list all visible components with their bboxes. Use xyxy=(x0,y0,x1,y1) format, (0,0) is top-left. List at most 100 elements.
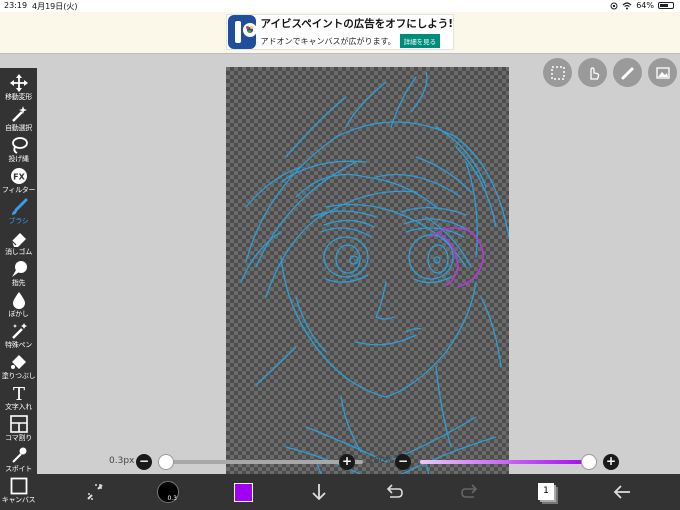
hand-touch-icon xyxy=(589,66,599,80)
brush-size-slider[interactable] xyxy=(158,454,363,470)
drawing-canvas[interactable] xyxy=(226,67,509,485)
tool-eraser[interactable]: 消しゴム xyxy=(0,226,37,257)
tool-label: 指先 xyxy=(11,279,26,287)
tool-fill-bucket[interactable]: 塗りつぶし xyxy=(0,350,37,381)
battery-percent: 64% xyxy=(636,1,654,10)
opacity-knob[interactable] xyxy=(581,454,597,470)
fill-bucket-icon xyxy=(10,355,26,369)
brush-size-increase-button[interactable]: + xyxy=(339,454,355,470)
slider-row: 0.3px − + 100% − + xyxy=(37,452,680,474)
bottom-toolbar: 0.3 1 xyxy=(37,474,680,510)
selection-button[interactable] xyxy=(543,58,572,87)
lasso-icon xyxy=(11,137,28,154)
brush-size-preview-label: 0.3 xyxy=(167,495,177,502)
touch-button[interactable] xyxy=(578,58,607,87)
logo-dot-yellow xyxy=(250,26,253,29)
back-arrow-icon xyxy=(613,485,630,499)
opacity-slider[interactable] xyxy=(420,454,597,470)
brush-size-preview[interactable]: 0.3 xyxy=(157,481,179,503)
undo-icon xyxy=(386,484,403,498)
battery-level xyxy=(660,4,668,7)
tool-label: コマ割り xyxy=(5,434,32,442)
ad-banner[interactable]: アイビスペイントの広告をオフにしよう! アドオンでキャンバスが広がります。 詳細… xyxy=(226,14,454,50)
tool-label: フィルター xyxy=(1,186,36,194)
logo-dot-green xyxy=(248,30,251,33)
reference-image-button[interactable] xyxy=(648,58,677,87)
ad-strip: アイビスペイントの広告をオフにしよう! アドオンでキャンバスが広がります。 詳細… xyxy=(0,12,680,54)
blur-icon xyxy=(12,292,25,309)
ruler-button[interactable] xyxy=(613,58,642,87)
tool-lasso[interactable]: 投げ縄 xyxy=(0,133,37,164)
ad-text: アイビスペイントの広告をオフにしよう! アドオンでキャンバスが広がります。 詳細… xyxy=(260,16,453,48)
tool-special-pen[interactable]: 特殊ペン xyxy=(0,319,37,350)
magic-wand-icon xyxy=(11,106,27,122)
tool-label: 投げ縄 xyxy=(8,155,29,163)
left-toolbar: 移動変形 自動選択 投げ縄 FX フィルター ブラシ 消しゴム 指先 ぼかし 特… xyxy=(0,68,37,510)
opacity-increase-button[interactable]: + xyxy=(603,454,619,470)
download-button[interactable] xyxy=(307,480,331,504)
tool-label: 自動選択 xyxy=(5,124,32,132)
redo-icon xyxy=(461,484,478,498)
tool-label: 特殊ペン xyxy=(5,341,32,349)
eyedropper-icon xyxy=(11,447,26,463)
transform-button[interactable] xyxy=(83,480,107,504)
logo-letter-i xyxy=(235,21,241,43)
logo-dot-red xyxy=(246,26,249,29)
opacity-value: 100% xyxy=(368,456,394,466)
tool-filter[interactable]: FX フィルター xyxy=(0,164,37,195)
tool-label: ブラシ xyxy=(8,217,29,225)
svg-text:FX: FX xyxy=(13,173,25,182)
selection-icon xyxy=(550,65,565,80)
move-transform-icon xyxy=(9,74,28,92)
tool-label: 移動変形 xyxy=(5,93,32,101)
tool-magic-wand[interactable]: 自動選択 xyxy=(0,102,37,133)
ad-sub-row: アドオンでキャンバスが広がります。 詳細を見る xyxy=(260,34,453,48)
image-icon xyxy=(655,66,670,79)
ibis-paint-logo xyxy=(228,15,257,49)
status-time: 23:19 xyxy=(4,1,28,10)
brush-size-decrease-button[interactable]: − xyxy=(136,454,152,470)
ruler-pen-icon xyxy=(621,67,633,79)
tool-label: 文字入れ xyxy=(5,403,32,411)
sketch-lines xyxy=(240,71,509,485)
tool-label: 塗りつぶし xyxy=(1,372,36,380)
sketch-artwork xyxy=(240,71,509,485)
brush-size-knob[interactable] xyxy=(158,454,174,470)
redo-button[interactable] xyxy=(458,480,482,504)
fx-icon: FX xyxy=(10,168,27,184)
battery-icon xyxy=(658,2,674,9)
ibis-paint-screen: 23:19 4月19日(火) 64% アイビスペイントの広告をオフにしよう! ア… xyxy=(0,0,680,510)
status-date: 4月19日(火) xyxy=(32,2,78,11)
tool-label: キャンバス xyxy=(1,496,36,504)
layers-button[interactable]: 1 xyxy=(538,483,554,500)
frame-divider-icon xyxy=(9,415,28,433)
tool-blur[interactable]: ぼかし xyxy=(0,288,37,319)
tool-eyedropper[interactable]: スポイト xyxy=(0,443,37,474)
brush-size-value: 0.3px xyxy=(109,456,135,466)
ad-details-button[interactable]: 詳細を見る xyxy=(399,34,441,48)
ad-subtitle: アドオンでキャンバスが広がります。 xyxy=(260,36,396,46)
opacity-decrease-button[interactable]: − xyxy=(395,454,411,470)
opacity-fill xyxy=(420,460,597,464)
special-pen-icon xyxy=(11,323,27,339)
rotation-lock-icon xyxy=(610,2,618,9)
tool-smudge[interactable]: 指先 xyxy=(0,257,37,288)
tool-move-transform[interactable]: 移動変形 xyxy=(0,71,37,102)
brush-icon xyxy=(11,198,27,215)
tool-label: ぼかし xyxy=(8,310,29,318)
tool-frame-divider[interactable]: コマ割り xyxy=(0,412,37,443)
undo-button[interactable] xyxy=(382,480,406,504)
ad-title: アイビスペイントの広告をオフにしよう! xyxy=(260,18,453,30)
tool-canvas[interactable]: キャンバス xyxy=(0,474,37,505)
tool-text[interactable]: T 文字入れ xyxy=(0,381,37,412)
smudge-icon xyxy=(11,261,27,277)
tool-label: スポイト xyxy=(5,465,32,473)
back-button[interactable] xyxy=(610,480,634,504)
status-bar: 23:19 4月19日(火) 64% xyxy=(0,0,680,12)
svg-text:T: T xyxy=(12,384,24,402)
transform-icon xyxy=(87,484,103,500)
wifi-icon xyxy=(622,1,632,9)
color-swatch[interactable] xyxy=(234,483,253,502)
tool-brush[interactable]: ブラシ xyxy=(0,195,37,226)
eraser-icon xyxy=(11,233,26,247)
